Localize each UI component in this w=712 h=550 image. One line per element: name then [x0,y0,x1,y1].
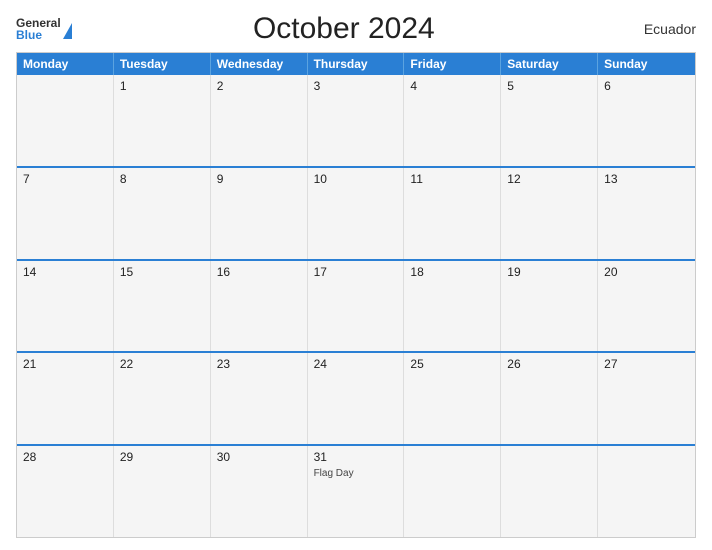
header-thursday: Thursday [308,53,405,75]
logo-wordmark: General Blue [16,17,61,41]
day-26: 26 [501,353,598,444]
logo: General Blue [16,17,72,41]
header-friday: Friday [404,53,501,75]
day-28: 28 [17,446,114,537]
day-empty-4 [598,446,695,537]
day-22: 22 [114,353,211,444]
day-1: 1 [114,75,211,166]
day-16: 16 [211,261,308,352]
day-empty-3 [501,446,598,537]
header-sunday: Sunday [598,53,695,75]
day-20: 20 [598,261,695,352]
day-14: 14 [17,261,114,352]
day-8: 8 [114,168,211,259]
day-30: 30 [211,446,308,537]
day-24: 24 [308,353,405,444]
week-2: 7 8 9 10 11 12 13 [17,166,695,259]
day-12: 12 [501,168,598,259]
day-11: 11 [404,168,501,259]
week-3: 14 15 16 17 18 19 20 [17,259,695,352]
day-7: 7 [17,168,114,259]
day-13: 13 [598,168,695,259]
country-label: Ecuador [616,21,696,37]
day-4: 4 [404,75,501,166]
logo-blue-text: Blue [16,29,42,41]
week-1: 1 2 3 4 5 6 [17,75,695,166]
logo-triangle-icon [63,23,72,39]
day-21: 21 [17,353,114,444]
page: General Blue October 2024 Ecuador Monday… [0,0,712,550]
day-27: 27 [598,353,695,444]
week-5: 28 29 30 31 Flag Day [17,444,695,537]
header-wednesday: Wednesday [211,53,308,75]
day-empty-1 [17,75,114,166]
calendar-header: Monday Tuesday Wednesday Thursday Friday… [17,53,695,75]
day-2: 2 [211,75,308,166]
day-29: 29 [114,446,211,537]
calendar-body: 1 2 3 4 5 6 7 8 9 10 11 12 13 14 15 16 [17,75,695,537]
day-25: 25 [404,353,501,444]
day-31: 31 Flag Day [308,446,405,537]
header-monday: Monday [17,53,114,75]
day-18: 18 [404,261,501,352]
day-empty-2 [404,446,501,537]
day-23: 23 [211,353,308,444]
flag-day-event: Flag Day [314,468,398,479]
day-15: 15 [114,261,211,352]
day-19: 19 [501,261,598,352]
calendar: Monday Tuesday Wednesday Thursday Friday… [16,52,696,538]
month-title: October 2024 [72,12,616,46]
week-4: 21 22 23 24 25 26 27 [17,351,695,444]
day-17: 17 [308,261,405,352]
header: General Blue October 2024 Ecuador [16,12,696,46]
day-6: 6 [598,75,695,166]
day-3: 3 [308,75,405,166]
day-9: 9 [211,168,308,259]
day-5: 5 [501,75,598,166]
header-saturday: Saturday [501,53,598,75]
header-tuesday: Tuesday [114,53,211,75]
day-10: 10 [308,168,405,259]
